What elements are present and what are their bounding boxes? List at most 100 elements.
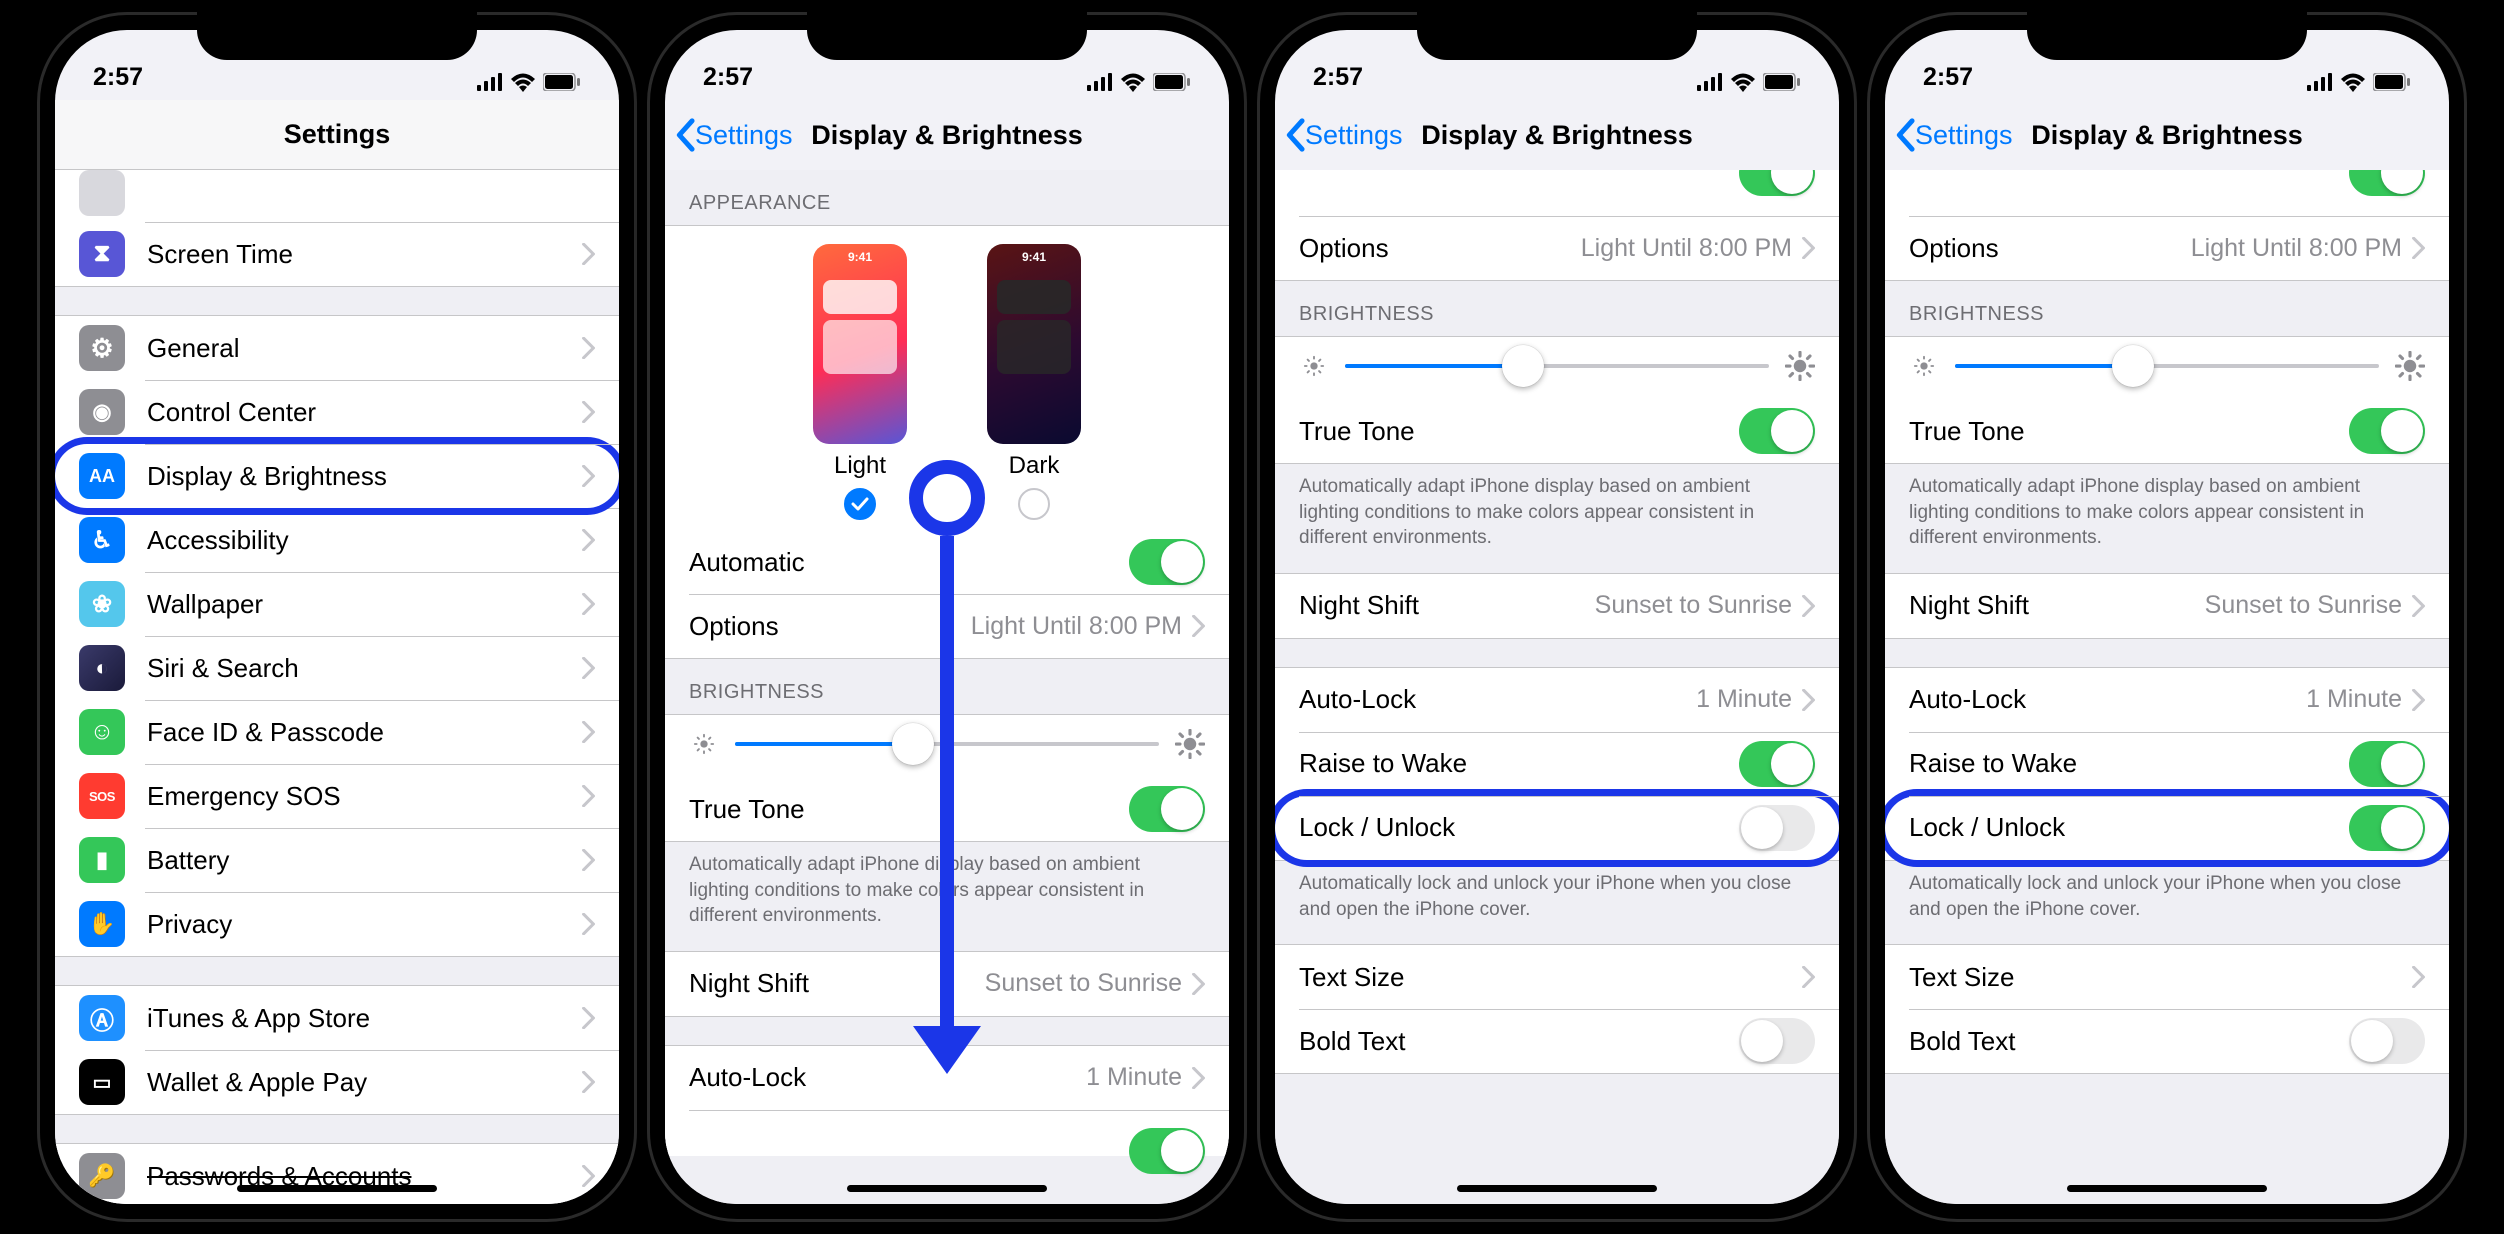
settings-row-screen-time[interactable]: ⧗ Screen Time <box>55 222 619 286</box>
back-label: Settings <box>1915 120 2013 151</box>
siri-icon: ◐ <box>79 645 125 691</box>
nightshift-label: Night Shift <box>1299 590 1595 621</box>
brightness-slider[interactable] <box>1345 364 1769 368</box>
gear-icon: ⚙ <box>79 325 125 371</box>
settings-row-passwords-accounts[interactable]: 🔑 Passwords & Accounts <box>55 1144 619 1204</box>
back-button[interactable]: Settings <box>1895 118 2013 152</box>
lock-unlock-toggle[interactable] <box>1739 805 1815 851</box>
nightshift-row[interactable]: Night Shift Sunset to Sunrise <box>665 952 1229 1016</box>
chevron-right-icon <box>582 785 595 807</box>
raise-label: Raise to Wake <box>1299 748 1739 779</box>
brightness-slider[interactable] <box>735 742 1159 746</box>
nav-bar: Settings Display & Brightness <box>665 100 1229 170</box>
row-label: General <box>147 333 582 364</box>
settings-row-battery[interactable]: ▮ Battery <box>55 828 619 892</box>
options-detail: Light Until 8:00 PM <box>2191 234 2402 263</box>
raise-toggle[interactable] <box>1739 741 1815 787</box>
status-time: 2:57 <box>703 63 753 92</box>
settings-content[interactable]: ⧗ Screen Time ⚙ General ◉ Control Center <box>55 170 619 1204</box>
automatic-toggle[interactable] <box>1129 539 1205 585</box>
bold-text-toggle[interactable] <box>1739 1018 1815 1064</box>
settings-row-emergency-sos[interactable]: SOS Emergency SOS <box>55 764 619 828</box>
display-brightness-content[interactable]: APPEARANCE 9:41 Light 9:41 <box>665 170 1229 1204</box>
options-row[interactable]: Options Light Until 8:00 PM <box>1275 216 1839 280</box>
chevron-right-icon <box>582 1071 595 1093</box>
wifi-icon <box>2340 72 2366 92</box>
truetone-label: True Tone <box>1299 416 1739 447</box>
status-right <box>477 72 581 92</box>
settings-row-partial[interactable] <box>55 170 619 222</box>
bold-text-toggle[interactable] <box>2349 1018 2425 1064</box>
raise-to-wake-row: Raise to Wake <box>1275 732 1839 796</box>
text-size-row[interactable]: Text Size <box>1275 945 1839 1009</box>
row-label: Display & Brightness <box>147 461 582 492</box>
back-button[interactable]: Settings <box>675 118 793 152</box>
truetone-toggle[interactable] <box>1129 786 1205 832</box>
light-thumb: 9:41 <box>813 244 907 444</box>
partial-toggle[interactable] <box>2349 170 2425 196</box>
nav-title: Settings <box>284 119 391 150</box>
autolock-row[interactable]: Auto-Lock 1 Minute <box>665 1046 1229 1110</box>
brightness-slider[interactable] <box>1955 364 2379 368</box>
settings-row-itunes-appstore[interactable]: Ⓐ iTunes & App Store <box>55 986 619 1050</box>
settings-row-privacy[interactable]: ✋ Privacy <box>55 892 619 956</box>
row-label: Battery <box>147 845 582 876</box>
row-label: Emergency SOS <box>147 781 582 812</box>
settings-row-display-brightness[interactable]: AA Display & Brightness <box>55 444 619 508</box>
nightshift-row[interactable]: Night Shift Sunset to Sunrise <box>1885 574 2449 638</box>
textsize-label: Text Size <box>1909 962 2412 993</box>
appearance-dark[interactable]: 9:41 Dark <box>987 244 1081 520</box>
truetone-toggle[interactable] <box>2349 408 2425 454</box>
settings-row-wallet[interactable]: ▭ Wallet & Apple Pay <box>55 1050 619 1114</box>
home-indicator[interactable] <box>2067 1185 2267 1192</box>
text-size-row[interactable]: Text Size <box>1885 945 2449 1009</box>
settings-row-faceid[interactable]: ☺ Face ID & Passcode <box>55 700 619 764</box>
slider-fill <box>735 742 913 746</box>
options-label: Options <box>1909 233 2191 264</box>
settings-row-accessibility[interactable]: ♿︎ Accessibility <box>55 508 619 572</box>
truetone-label: True Tone <box>689 794 1129 825</box>
chevron-right-icon <box>582 1007 595 1029</box>
options-label: Options <box>689 611 971 642</box>
settings-row-wallpaper[interactable]: ❀ Wallpaper <box>55 572 619 636</box>
row-label: Siri & Search <box>147 653 582 684</box>
options-row[interactable]: Options Light Until 8:00 PM <box>1885 216 2449 280</box>
partial-automatic-row <box>1275 170 1839 216</box>
nightshift-detail: Sunset to Sunrise <box>1595 591 1792 620</box>
nav-title: Display & Brightness <box>1421 120 1693 151</box>
slider-knob[interactable] <box>2112 345 2154 387</box>
settings-row-siri-search[interactable]: ◐ Siri & Search <box>55 636 619 700</box>
home-indicator[interactable] <box>847 1185 1047 1192</box>
slider-knob[interactable] <box>892 723 934 765</box>
screen: 2:57 Settings Display & Brightness O <box>1275 30 1839 1204</box>
status-right <box>2307 72 2411 92</box>
truetone-toggle[interactable] <box>1739 408 1815 454</box>
status-time: 2:57 <box>1923 63 1973 92</box>
brightness-header: BRIGHTNESS <box>665 659 1229 714</box>
nightshift-row[interactable]: Night Shift Sunset to Sunrise <box>1275 574 1839 638</box>
display-brightness-content-scrolled[interactable]: Options Light Until 8:00 PM BRIGHTNESS T… <box>1275 170 1839 1204</box>
display-brightness-content-scrolled[interactable]: Options Light Until 8:00 PM BRIGHTNESS T… <box>1885 170 2449 1204</box>
partial-toggle[interactable] <box>1129 1128 1205 1174</box>
autolock-detail: 1 Minute <box>1086 1063 1182 1092</box>
autolock-row[interactable]: Auto-Lock 1 Minute <box>1275 668 1839 732</box>
autolock-row[interactable]: Auto-Lock 1 Minute <box>1885 668 2449 732</box>
partial-toggle[interactable] <box>1739 170 1815 196</box>
cellular-icon <box>2307 73 2333 91</box>
lock-unlock-toggle[interactable] <box>2349 805 2425 851</box>
options-row[interactable]: Options Light Until 8:00 PM <box>665 594 1229 658</box>
home-indicator[interactable] <box>237 1185 437 1192</box>
sos-icon: SOS <box>79 773 125 819</box>
chevron-right-icon <box>1192 615 1205 637</box>
home-indicator[interactable] <box>1457 1185 1657 1192</box>
settings-row-control-center[interactable]: ◉ Control Center <box>55 380 619 444</box>
appearance-light[interactable]: 9:41 Light <box>813 244 907 520</box>
row-label: Screen Time <box>147 239 582 270</box>
sun-min-icon <box>689 729 719 759</box>
settings-row-general[interactable]: ⚙ General <box>55 316 619 380</box>
raise-toggle[interactable] <box>2349 741 2425 787</box>
slider-knob[interactable] <box>1502 345 1544 387</box>
back-label: Settings <box>1305 120 1403 151</box>
back-button[interactable]: Settings <box>1285 118 1403 152</box>
chevron-right-icon <box>1192 1067 1205 1089</box>
